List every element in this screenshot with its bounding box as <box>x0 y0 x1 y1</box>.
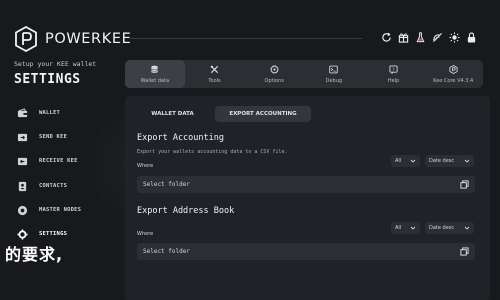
sort-order-select[interactable]: Date desc <box>425 222 474 234</box>
tab-label: Options <box>264 78 284 84</box>
tab-debug[interactable]: Debug <box>304 60 364 88</box>
chevron-down-icon <box>464 158 470 164</box>
section-description: Export your wallets accounting data to a… <box>137 149 288 155</box>
sidebar-item-label: CONTACTS <box>39 183 68 189</box>
folder-placeholder: Select folder <box>143 181 190 188</box>
chevron-down-icon <box>464 225 470 231</box>
sidebar-item-label: SETTINGS <box>39 231 68 237</box>
tab-kee-core[interactable]: Kee Core V4.3.4 <box>423 60 483 88</box>
filter-all-select[interactable]: All <box>391 222 420 234</box>
options-icon <box>269 64 279 74</box>
overlay-caption: 的要求, <box>5 245 64 264</box>
accounting-folder-field[interactable]: Select folder <box>137 176 475 193</box>
settings-icon <box>16 228 28 240</box>
folder-placeholder: Select folder <box>143 248 190 255</box>
tab-tools[interactable]: Tools <box>185 60 245 88</box>
sidebar-item-label: MASTER NODES <box>39 207 82 213</box>
contacts-icon <box>16 180 28 192</box>
page-title: SETTINGS <box>14 72 81 87</box>
subtab-bar: WALLET DATA EXPORT ACCOUNTING <box>130 106 311 122</box>
kee-logo-icon <box>15 26 37 52</box>
tab-options[interactable]: Options <box>244 60 304 88</box>
sidebar-item-label: SEND KEE <box>39 134 68 140</box>
filter-all-select[interactable]: All <box>391 155 420 167</box>
subtab-export-accounting[interactable]: EXPORT ACCOUNTING <box>215 106 311 122</box>
wallet-icon <box>16 107 28 119</box>
help-icon: ? <box>389 64 399 74</box>
section-title: Export Address Book <box>137 206 235 216</box>
sun-icon[interactable] <box>448 30 461 45</box>
sidebar-item-send-kee[interactable]: SEND KEE <box>16 130 67 144</box>
send-icon <box>16 131 28 143</box>
sidebar-item-contacts[interactable]: CONTACTS <box>16 179 67 193</box>
kee-core-icon <box>448 64 458 74</box>
address-book-folder-field[interactable]: Select folder <box>137 243 475 260</box>
brand-logo: POWERKEE <box>15 26 131 52</box>
sidebar-item-wallet[interactable]: WALLET <box>16 106 60 120</box>
tab-wallet-data[interactable]: Wallet data <box>125 60 185 88</box>
debug-icon <box>329 64 339 74</box>
tab-label: Kee Core V4.3.4 <box>433 78 474 84</box>
tab-help[interactable]: ? Help <box>364 60 424 88</box>
section-title: Export Accounting <box>137 133 224 143</box>
select-value: All <box>395 158 402 164</box>
chevron-down-icon <box>410 225 416 231</box>
broadcast-off-icon[interactable] <box>431 30 444 45</box>
sidebar-item-label: WALLET <box>39 110 61 116</box>
header-icon-bar <box>380 30 478 45</box>
tab-label: Tools <box>208 78 221 84</box>
brand-name: POWERKEE <box>45 31 132 47</box>
select-value: Date desc <box>429 158 455 164</box>
sidebar-item-master-nodes[interactable]: MASTER NODES <box>16 203 81 217</box>
header-divider <box>130 38 362 39</box>
refresh-icon[interactable] <box>380 30 393 45</box>
select-value: All <box>395 225 402 231</box>
database-icon <box>150 64 160 74</box>
master-nodes-icon <box>16 204 28 216</box>
tab-label: Debug <box>325 78 343 84</box>
sidebar-item-label: RECEIVE KEE <box>39 158 78 164</box>
tab-label: Wallet data <box>140 78 170 84</box>
where-label: Where <box>137 231 154 237</box>
chevron-down-icon <box>410 158 416 164</box>
gift-icon[interactable] <box>397 30 410 45</box>
tools-icon <box>210 64 220 74</box>
copy-icon[interactable] <box>459 180 469 190</box>
where-label: Where <box>137 163 154 169</box>
receive-icon <box>16 155 28 167</box>
flask-icon[interactable] <box>414 30 427 45</box>
sidebar-item-settings[interactable]: SETTINGS <box>16 227 67 241</box>
settings-panel <box>125 96 490 300</box>
sort-order-select[interactable]: Date desc <box>425 155 474 167</box>
settings-tab-bar: Wallet data Tools Options Debug ? Help K… <box>125 60 483 88</box>
setup-subtitle: Setup your KEE wallet <box>14 60 97 68</box>
select-value: Date desc <box>429 225 455 231</box>
sidebar-item-receive-kee[interactable]: RECEIVE KEE <box>16 154 78 168</box>
subtab-wallet-data[interactable]: WALLET DATA <box>130 106 215 122</box>
copy-icon[interactable] <box>459 247 469 257</box>
tab-label: Help <box>387 78 400 84</box>
lock-icon[interactable] <box>465 30 478 45</box>
